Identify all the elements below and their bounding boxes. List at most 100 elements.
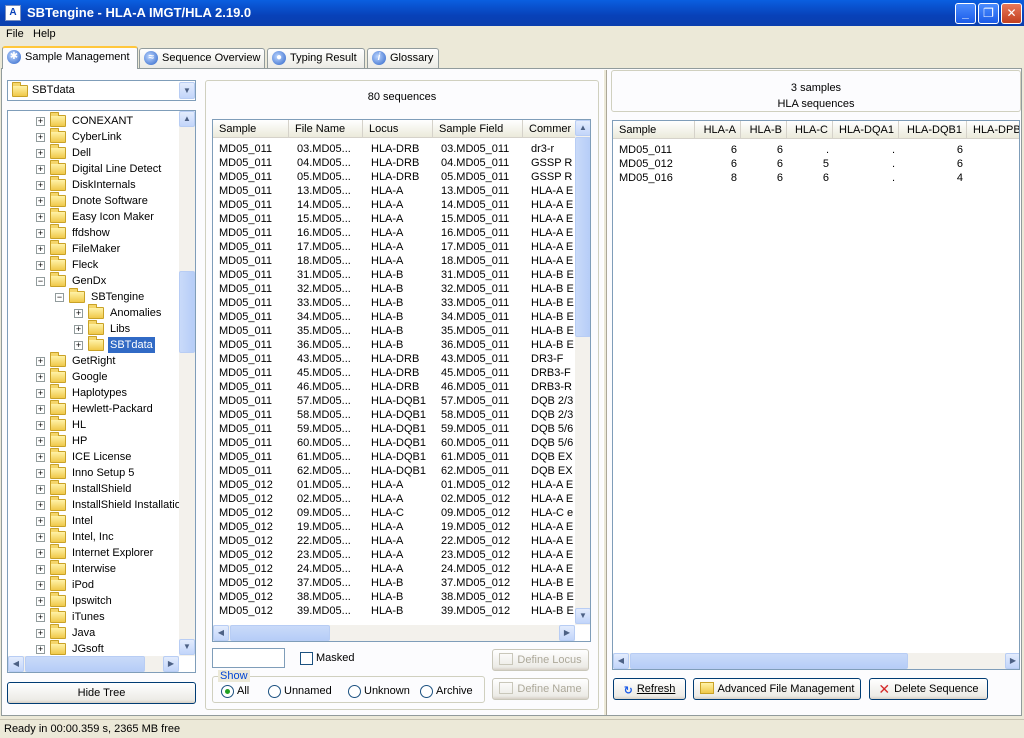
expand-icon[interactable]: + bbox=[36, 565, 45, 574]
scroll-up-arrow-icon[interactable]: ▲ bbox=[179, 111, 195, 127]
tree-scroll-thumb[interactable] bbox=[179, 271, 195, 353]
sequences-scroll-thumb[interactable] bbox=[575, 137, 590, 337]
tree-item[interactable]: + Dnote Software bbox=[8, 192, 179, 209]
scroll-left-arrow-icon[interactable]: ◀ bbox=[8, 656, 24, 672]
scroll-right-arrow-icon[interactable]: ▶ bbox=[559, 625, 575, 641]
tree-item[interactable]: + HP bbox=[8, 432, 179, 449]
table-row[interactable]: MD05_011 60.MD05... HLA-DQB1 60.MD05_011 DQB… bbox=[213, 436, 575, 450]
table-row[interactable]: MD05_011 13.MD05... HLA-A 13.MD05_011 HLA-A … bbox=[213, 184, 575, 198]
table-row[interactable]: MD05_011 14.MD05... HLA-A 14.MD05_011 HLA-A … bbox=[213, 198, 575, 212]
tree-item[interactable]: − SBTengine bbox=[8, 288, 179, 305]
expand-icon[interactable]: + bbox=[36, 181, 45, 190]
tree-item[interactable]: + CyberLink bbox=[8, 128, 179, 145]
expand-icon[interactable]: + bbox=[36, 469, 45, 478]
table-row[interactable]: MD05_011 03.MD05... HLA-DRB 03.MD05_011 dr3-… bbox=[213, 142, 575, 156]
col-sample[interactable]: Sample bbox=[613, 121, 695, 139]
tree-item[interactable]: + InstallShield Installatio bbox=[8, 496, 181, 513]
expand-icon[interactable]: + bbox=[36, 533, 45, 542]
expand-icon[interactable]: + bbox=[36, 389, 45, 398]
table-row[interactable]: MD05_012 37.MD05... HLA-B 37.MD05_012 HLA-B … bbox=[213, 576, 575, 590]
tree-item[interactable]: + iTunes bbox=[8, 608, 179, 625]
col-hla-c[interactable]: HLA-C bbox=[787, 121, 833, 139]
tree-item[interactable]: + Internet Explorer bbox=[8, 544, 179, 561]
sequences-vertical-scrollbar[interactable]: ▲ ▼ bbox=[575, 120, 590, 625]
table-row[interactable]: MD05_011 33.MD05... HLA-B 33.MD05_011 HLA-B … bbox=[213, 296, 575, 310]
samples-list[interactable]: Sample HLA-A HLA-B HLA-C HLA-DQA1 HLA-DQ… bbox=[612, 120, 1020, 670]
scroll-down-arrow-icon[interactable]: ▼ bbox=[179, 639, 195, 655]
expand-icon[interactable]: + bbox=[74, 309, 83, 318]
tab-glossary[interactable]: i Glossary bbox=[367, 48, 439, 68]
tree-horizontal-scrollbar[interactable]: ◀ ▶ bbox=[8, 656, 179, 672]
expand-icon[interactable]: + bbox=[36, 597, 45, 606]
expand-icon[interactable]: + bbox=[36, 485, 45, 494]
col-comment[interactable]: Commer bbox=[523, 120, 575, 138]
expand-icon[interactable]: + bbox=[36, 453, 45, 462]
table-row[interactable]: MD05_012 09.MD05... HLA-C 09.MD05_012 HLA-C … bbox=[213, 506, 575, 520]
col-hla-a[interactable]: HLA-A bbox=[695, 121, 741, 139]
expand-icon[interactable]: + bbox=[36, 645, 45, 654]
tree-item[interactable]: + InstallShield bbox=[8, 480, 179, 497]
expand-icon[interactable]: + bbox=[36, 613, 45, 622]
radio-archive[interactable] bbox=[420, 685, 433, 698]
tree-item[interactable]: + Fleck bbox=[8, 256, 179, 273]
tree-item[interactable]: − GenDx bbox=[8, 272, 179, 289]
tree-item[interactable]: + GetRight bbox=[8, 352, 179, 369]
scroll-right-arrow-icon[interactable]: ▶ bbox=[163, 656, 179, 672]
expand-icon[interactable]: + bbox=[36, 357, 45, 366]
table-row[interactable]: MD05_012 22.MD05... HLA-A 22.MD05_012 HLA-A … bbox=[213, 534, 575, 548]
refresh-button[interactable]: ↻ Refresh bbox=[613, 678, 686, 700]
expand-icon[interactable]: + bbox=[36, 581, 45, 590]
radio-all[interactable] bbox=[221, 685, 234, 698]
table-row[interactable]: MD05_011 17.MD05... HLA-A 17.MD05_011 HLA-A … bbox=[213, 240, 575, 254]
table-row[interactable]: MD05_011 04.MD05... HLA-DRB 04.MD05_011 GSSP… bbox=[213, 156, 575, 170]
expand-icon[interactable]: + bbox=[36, 629, 45, 638]
sequences-hscroll-thumb[interactable] bbox=[230, 625, 330, 641]
radio-unnamed[interactable] bbox=[268, 685, 281, 698]
tab-sample-management[interactable]: ✱ Sample Management bbox=[2, 46, 138, 69]
sequences-horizontal-scrollbar[interactable]: ◀ ▶ bbox=[213, 625, 575, 641]
tree-item[interactable]: + Interwise bbox=[8, 560, 179, 577]
expand-icon[interactable]: + bbox=[36, 517, 45, 526]
expand-icon[interactable]: + bbox=[36, 549, 45, 558]
tree-item[interactable]: + SBTdata bbox=[8, 336, 179, 353]
menu-file[interactable]: File bbox=[6, 28, 24, 40]
table-row[interactable]: MD05_011 58.MD05... HLA-DQB1 58.MD05_011 DQB… bbox=[213, 408, 575, 422]
table-row[interactable]: MD05_011 16.MD05... HLA-A 16.MD05_011 HLA-A … bbox=[213, 226, 575, 240]
table-row[interactable]: MD05_011 35.MD05... HLA-B 35.MD05_011 HLA-B … bbox=[213, 324, 575, 338]
table-row[interactable]: MD05_011 34.MD05... HLA-B 34.MD05_011 HLA-B … bbox=[213, 310, 575, 324]
table-row[interactable]: MD05_011 61.MD05... HLA-DQB1 61.MD05_011 DQB… bbox=[213, 450, 575, 464]
hide-tree-button[interactable]: Hide Tree bbox=[7, 682, 196, 704]
table-row[interactable]: MD05_011 46.MD05... HLA-DRB 46.MD05_011 DRB3… bbox=[213, 380, 575, 394]
expand-icon[interactable]: + bbox=[74, 341, 83, 350]
table-row[interactable]: MD05_012 02.MD05... HLA-A 02.MD05_012 HLA-A … bbox=[213, 492, 575, 506]
expand-icon[interactable]: + bbox=[36, 245, 45, 254]
define-locus-button[interactable]: Define Locus bbox=[492, 649, 589, 671]
tree-item[interactable]: + ICE License bbox=[8, 448, 179, 465]
table-row[interactable]: MD05_011 05.MD05... HLA-DRB 05.MD05_011 GSSP… bbox=[213, 170, 575, 184]
table-row[interactable]: MD05_011 57.MD05... HLA-DQB1 57.MD05_011 DQB… bbox=[213, 394, 575, 408]
tree-item[interactable]: + ffdshow bbox=[8, 224, 179, 241]
table-row[interactable]: MD05_011 59.MD05... HLA-DQB1 59.MD05_011 DQB… bbox=[213, 422, 575, 436]
tree-item[interactable]: + CONEXANT bbox=[8, 112, 179, 129]
table-row[interactable]: MD05_011 62.MD05... HLA-DQB1 62.MD05_011 DQB… bbox=[213, 464, 575, 478]
expand-icon[interactable]: + bbox=[36, 261, 45, 270]
table-row[interactable]: MD05_012 24.MD05... HLA-A 24.MD05_012 HLA-A … bbox=[213, 562, 575, 576]
collapse-icon[interactable]: − bbox=[36, 277, 45, 286]
table-row[interactable]: MD05_011 31.MD05... HLA-B 31.MD05_011 HLA-B … bbox=[213, 268, 575, 282]
expand-icon[interactable]: + bbox=[74, 325, 83, 334]
expand-icon[interactable]: + bbox=[36, 405, 45, 414]
panel-splitter[interactable] bbox=[603, 70, 607, 715]
tree-item[interactable]: + HL bbox=[8, 416, 179, 433]
table-row[interactable]: MD05_011 18.MD05... HLA-A 18.MD05_011 HLA-A … bbox=[213, 254, 575, 268]
table-row[interactable]: MD05_011 15.MD05... HLA-A 15.MD05_011 HLA-A … bbox=[213, 212, 575, 226]
scroll-left-arrow-icon[interactable]: ◀ bbox=[613, 653, 629, 669]
tree-item[interactable]: + Haplotypes bbox=[8, 384, 179, 401]
scroll-down-arrow-icon[interactable]: ▼ bbox=[575, 608, 590, 624]
col-hla-dqb1[interactable]: HLA-DQB1 bbox=[899, 121, 967, 139]
expand-icon[interactable]: + bbox=[36, 421, 45, 430]
table-row[interactable]: MD05_012 23.MD05... HLA-A 23.MD05_012 HLA-A … bbox=[213, 548, 575, 562]
expand-icon[interactable]: + bbox=[36, 213, 45, 222]
close-button[interactable]: ✕ bbox=[1001, 3, 1022, 24]
collapse-icon[interactable]: − bbox=[55, 293, 64, 302]
table-row[interactable]: MD05_012 19.MD05... HLA-A 19.MD05_012 HLA-A … bbox=[213, 520, 575, 534]
